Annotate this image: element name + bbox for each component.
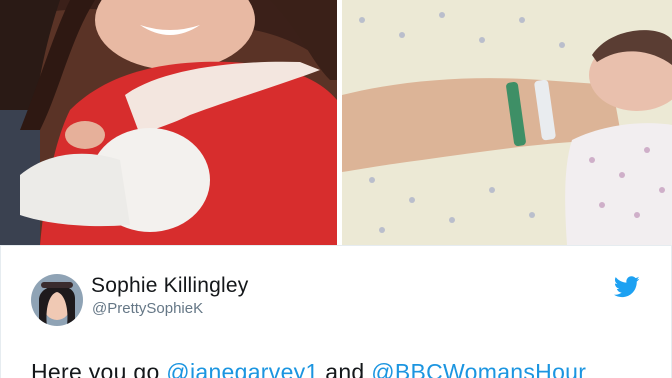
tweet-text-prefix: Here you go bbox=[31, 359, 167, 378]
avatar-photo-icon bbox=[31, 274, 83, 326]
tweet-text: Here you go @janegarvey1 and @BBCWomansH… bbox=[31, 359, 586, 378]
mention-link-janegarvey1[interactable]: @janegarvey1 bbox=[166, 359, 318, 378]
avatar[interactable] bbox=[31, 274, 83, 326]
twitter-bird-icon[interactable] bbox=[614, 276, 640, 298]
photo-newborn-in-hospital[interactable] bbox=[342, 0, 672, 245]
author-handle[interactable]: @PrettySophieK bbox=[92, 300, 203, 317]
tweet-media[interactable] bbox=[0, 0, 672, 245]
tweet-text-joiner: and bbox=[318, 359, 372, 378]
author-display-name[interactable]: Sophie Killingley bbox=[91, 274, 249, 298]
photo-mother-holding-baby[interactable] bbox=[0, 0, 337, 245]
mention-link-bbcwomanshour[interactable]: @BBCWomansHour bbox=[371, 359, 586, 378]
